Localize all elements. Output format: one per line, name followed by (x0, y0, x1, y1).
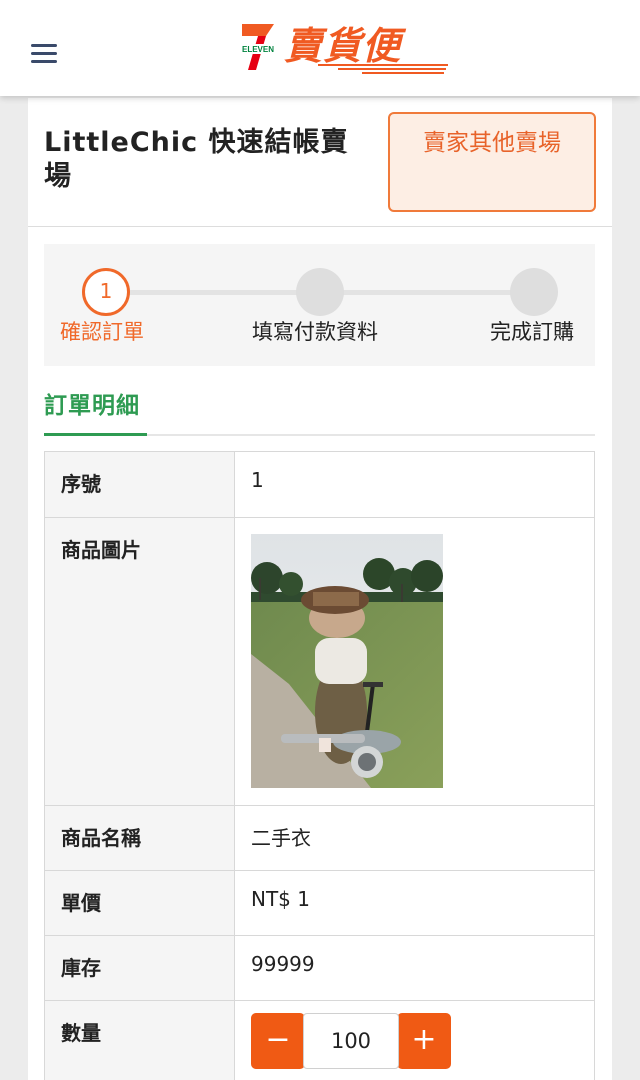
table-row: 商品名稱 二手衣 (45, 805, 594, 870)
table-row: 數量 − 100 + (45, 1000, 594, 1080)
step-connector (106, 290, 320, 295)
checkout-progress: 1 確認訂單 填寫付款資料 完成訂購 (44, 244, 595, 366)
step-connector (320, 290, 534, 295)
quantity-cell: − 100 + (235, 1001, 594, 1080)
menu-icon[interactable] (28, 40, 62, 68)
product-photo[interactable] (251, 534, 443, 788)
seller-other-stores-button[interactable]: 賣家其他賣場 (388, 112, 596, 212)
table-row: 單價 NT$ 1 (45, 870, 594, 935)
step-2-circle (296, 268, 344, 316)
step-3-circle (510, 268, 558, 316)
logo-eleven-text: ELEVEN (242, 45, 274, 54)
quantity-input[interactable]: 100 (303, 1013, 399, 1069)
step-3-label: 完成訂購 (490, 320, 574, 344)
section-title: 訂單明細 (44, 393, 140, 419)
step-2-label: 填寫付款資料 (252, 320, 378, 344)
product-name-label: 商品名稱 (45, 806, 235, 870)
order-detail-table: 序號 1 商品圖片 商品名稱 二手衣 單價 NT$ 1 庫存 99999 數量 … (44, 451, 595, 1080)
step-1-circle: 1 (82, 268, 130, 316)
quantity-stepper: − 100 + (251, 1013, 578, 1069)
table-row: 商品圖片 (45, 517, 594, 805)
serial-value: 1 (251, 468, 264, 492)
stock-label: 庫存 (45, 936, 235, 1000)
section-underline (44, 433, 147, 436)
seven-eleven-logo-icon: ELEVEN (238, 24, 278, 70)
price-value: NT$ 1 (251, 887, 310, 911)
stock-value: 99999 (251, 952, 315, 976)
serial-label: 序號 (45, 452, 235, 517)
step-1-label: 確認訂單 (60, 320, 144, 344)
divider (28, 226, 612, 227)
order-card: LittleChic 快速結帳賣場 賣家其他賣場 1 確認訂單 填寫付款資料 完… (28, 98, 612, 1080)
store-title: LittleChic 快速結帳賣場 (44, 127, 349, 192)
logo-speed-lines-icon (318, 64, 448, 74)
image-label: 商品圖片 (45, 518, 235, 805)
top-bar: ELEVEN 賣貨便 (0, 0, 640, 96)
quantity-plus-button[interactable]: + (397, 1013, 451, 1069)
logo-brand-text: 賣貨便 (284, 23, 402, 68)
price-label: 單價 (45, 871, 235, 935)
quantity-label: 數量 (45, 1001, 235, 1080)
table-row: 庫存 99999 (45, 935, 594, 1000)
product-name-value: 二手衣 (251, 826, 311, 850)
table-row: 序號 1 (45, 452, 594, 517)
logo[interactable]: ELEVEN 賣貨便 (236, 22, 448, 76)
quantity-minus-button[interactable]: − (251, 1013, 305, 1069)
product-image-cell (235, 518, 594, 805)
